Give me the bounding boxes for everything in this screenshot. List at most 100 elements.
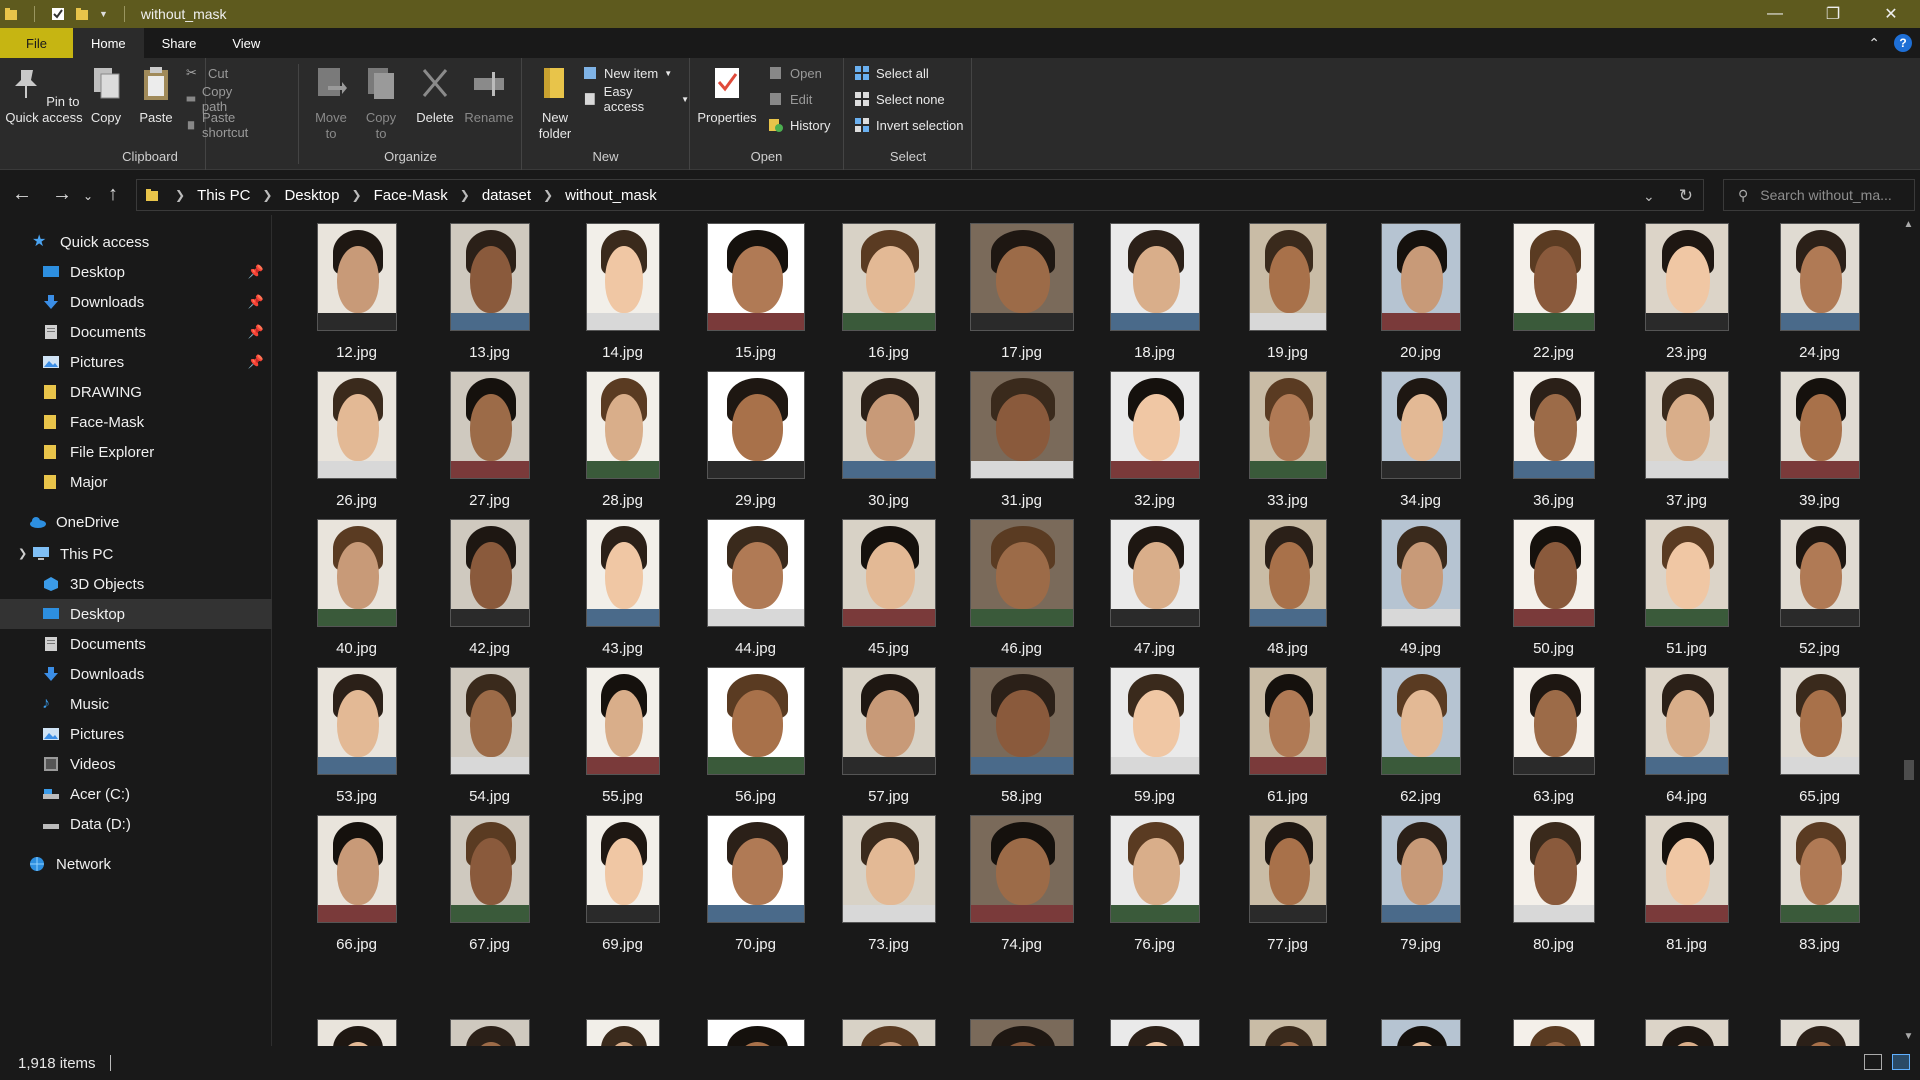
sidebar-item-downloads[interactable]: Downloads 📌 bbox=[0, 287, 272, 317]
new-item-button[interactable]: New item ▼ bbox=[582, 62, 672, 84]
pin-icon[interactable]: 📌 bbox=[248, 354, 264, 370]
pin-icon[interactable]: 📌 bbox=[248, 294, 264, 310]
file-item[interactable]: 18.jpg bbox=[1088, 219, 1221, 367]
breadcrumb-desktop[interactable]: Desktop bbox=[284, 187, 339, 204]
file-item[interactable]: 83.jpg bbox=[1753, 811, 1886, 959]
new-folder-button[interactable]: New folder bbox=[530, 64, 580, 142]
paste-shortcut-button[interactable]: Paste shortcut bbox=[186, 110, 254, 140]
file-item[interactable]: 30.jpg bbox=[822, 367, 955, 515]
file-item[interactable]: 66.jpg bbox=[290, 811, 423, 959]
file-item[interactable] bbox=[1221, 959, 1354, 1046]
forward-arrow-icon[interactable]: → bbox=[52, 183, 72, 206]
file-item[interactable] bbox=[689, 959, 822, 1046]
file-item[interactable] bbox=[1088, 959, 1221, 1046]
vertical-scrollbar[interactable]: ▲ ▼ bbox=[1897, 215, 1920, 1046]
sidebar-item-file-explorer[interactable]: File Explorer bbox=[0, 437, 272, 467]
file-item[interactable]: 28.jpg bbox=[556, 367, 689, 515]
file-item[interactable]: 46.jpg bbox=[955, 515, 1088, 663]
file-item[interactable] bbox=[1620, 959, 1753, 1046]
sidebar-item-documents[interactable]: Documents 📌 bbox=[0, 317, 272, 347]
file-item[interactable]: 76.jpg bbox=[1088, 811, 1221, 959]
collapse-ribbon-icon[interactable]: ⌃ bbox=[1868, 35, 1880, 52]
file-item[interactable] bbox=[423, 959, 556, 1046]
file-item[interactable]: 31.jpg bbox=[955, 367, 1088, 515]
move-to-button[interactable]: Move to bbox=[310, 64, 352, 142]
edit-button[interactable]: Edit bbox=[768, 88, 812, 110]
file-item[interactable]: 36.jpg bbox=[1487, 367, 1620, 515]
pin-icon[interactable]: 📌 bbox=[248, 264, 264, 280]
select-all-button[interactable]: Select all bbox=[854, 62, 929, 84]
file-item[interactable]: 53.jpg bbox=[290, 663, 423, 811]
sidebar-item-videos[interactable]: Videos bbox=[0, 749, 272, 779]
up-arrow-icon[interactable]: ↑ bbox=[108, 183, 118, 206]
tab-share[interactable]: Share bbox=[144, 28, 215, 58]
tab-view[interactable]: View bbox=[214, 28, 278, 58]
sidebar-item-face-mask[interactable]: Face-Mask bbox=[0, 407, 272, 437]
file-item[interactable]: 23.jpg bbox=[1620, 219, 1753, 367]
sidebar-item-pictures[interactable]: Pictures 📌 bbox=[0, 347, 272, 377]
file-item[interactable]: 80.jpg bbox=[1487, 811, 1620, 959]
file-item[interactable]: 65.jpg bbox=[1753, 663, 1886, 811]
tab-home[interactable]: Home bbox=[72, 28, 144, 58]
file-item[interactable]: 14.jpg bbox=[556, 219, 689, 367]
file-item[interactable]: 47.jpg bbox=[1088, 515, 1221, 663]
file-item[interactable]: 39.jpg bbox=[1753, 367, 1886, 515]
sidebar-item-onedrive[interactable]: OneDrive bbox=[0, 507, 272, 537]
customize-qat-chevron-icon[interactable]: ▼ bbox=[99, 9, 108, 19]
details-view-button[interactable] bbox=[1864, 1054, 1882, 1070]
sidebar-item-drive-c[interactable]: Acer (C:) bbox=[0, 779, 272, 809]
file-item[interactable]: 43.jpg bbox=[556, 515, 689, 663]
copy-path-button[interactable]: Copy path bbox=[186, 84, 238, 114]
file-item[interactable]: 45.jpg bbox=[822, 515, 955, 663]
cut-button[interactable]: ✂ Cut bbox=[186, 62, 228, 84]
file-item[interactable]: 13.jpg bbox=[423, 219, 556, 367]
file-item[interactable]: 67.jpg bbox=[423, 811, 556, 959]
file-item[interactable]: 26.jpg bbox=[290, 367, 423, 515]
file-item[interactable]: 27.jpg bbox=[423, 367, 556, 515]
sidebar-item-this-pc[interactable]: This PC bbox=[0, 539, 272, 569]
file-item[interactable]: 40.jpg bbox=[290, 515, 423, 663]
properties-icon[interactable] bbox=[51, 7, 65, 21]
file-item[interactable]: 69.jpg bbox=[556, 811, 689, 959]
file-item[interactable]: 57.jpg bbox=[822, 663, 955, 811]
sidebar-item-documents-pc[interactable]: Documents bbox=[0, 629, 272, 659]
restore-button[interactable]: ❐ bbox=[1804, 0, 1862, 28]
sidebar-item-quick-access[interactable]: ★ Quick access bbox=[0, 227, 272, 257]
sidebar-item-desktop-pc[interactable]: Desktop bbox=[0, 599, 272, 629]
file-item[interactable]: 73.jpg bbox=[822, 811, 955, 959]
file-item[interactable]: 58.jpg bbox=[955, 663, 1088, 811]
file-item[interactable]: 29.jpg bbox=[689, 367, 822, 515]
breadcrumb-without-mask[interactable]: without_mask bbox=[565, 187, 657, 204]
file-item[interactable]: 16.jpg bbox=[822, 219, 955, 367]
file-item[interactable]: 54.jpg bbox=[423, 663, 556, 811]
file-item[interactable]: 55.jpg bbox=[556, 663, 689, 811]
file-item[interactable]: 63.jpg bbox=[1487, 663, 1620, 811]
recent-locations-chevron-icon[interactable]: ⌄ bbox=[83, 189, 93, 203]
file-item[interactable] bbox=[1487, 959, 1620, 1046]
file-item[interactable]: 77.jpg bbox=[1221, 811, 1354, 959]
close-button[interactable]: ✕ bbox=[1862, 0, 1920, 28]
file-item[interactable]: 12.jpg bbox=[290, 219, 423, 367]
sidebar-item-downloads-pc[interactable]: Downloads bbox=[0, 659, 272, 689]
file-item[interactable] bbox=[822, 959, 955, 1046]
copy-to-button[interactable]: Copy to bbox=[360, 64, 402, 142]
scroll-down-icon[interactable]: ▼ bbox=[1897, 1031, 1920, 1042]
back-arrow-icon[interactable]: ← bbox=[12, 183, 32, 206]
sidebar-item-desktop[interactable]: Desktop 📌 bbox=[0, 257, 272, 287]
file-item[interactable]: 19.jpg bbox=[1221, 219, 1354, 367]
copy-button[interactable]: Copy bbox=[84, 64, 128, 126]
minimize-button[interactable]: — bbox=[1746, 0, 1804, 28]
file-item[interactable]: 74.jpg bbox=[955, 811, 1088, 959]
rename-button[interactable]: Rename bbox=[462, 64, 516, 126]
file-item[interactable]: 49.jpg bbox=[1354, 515, 1487, 663]
file-item[interactable]: 81.jpg bbox=[1620, 811, 1753, 959]
file-item[interactable]: 50.jpg bbox=[1487, 515, 1620, 663]
sidebar-item-drive-d[interactable]: Data (D:) bbox=[0, 809, 272, 839]
properties-button[interactable]: Properties bbox=[694, 64, 760, 126]
file-item[interactable]: 34.jpg bbox=[1354, 367, 1487, 515]
sidebar-item-pictures-pc[interactable]: Pictures bbox=[0, 719, 272, 749]
file-item[interactable]: 62.jpg bbox=[1354, 663, 1487, 811]
scroll-up-icon[interactable]: ▲ bbox=[1897, 219, 1920, 230]
pin-icon[interactable]: 📌 bbox=[248, 324, 264, 340]
address-bar[interactable]: ❯ This PC ❯ Desktop ❯ Face-Mask ❯ datase… bbox=[136, 179, 1704, 211]
